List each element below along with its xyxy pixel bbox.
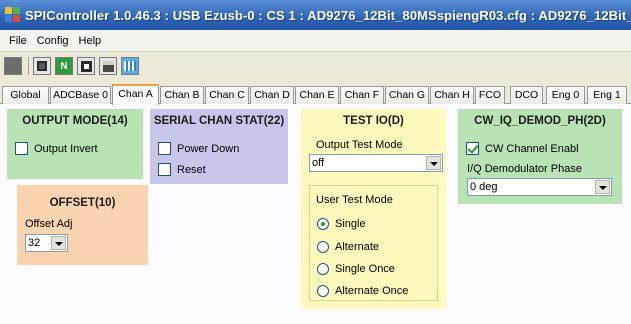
- reset-label: Reset: [177, 163, 206, 176]
- radio-alternate-once-dot[interactable]: [317, 285, 329, 297]
- reset-checkbox[interactable]: Reset: [158, 163, 206, 176]
- tab-content: OUTPUT MODE(14) Output Invert SERIAL CHA…: [0, 104, 631, 324]
- user-test-mode-label: User Test Mode: [316, 194, 393, 206]
- radio-alternate-once[interactable]: Alternate Once: [317, 285, 408, 297]
- output-mode-panel: OUTPUT MODE(14) Output Invert: [7, 109, 143, 179]
- output-invert-checkbox[interactable]: Output Invert: [15, 142, 98, 155]
- cw-channel-enable-label: CW Channel Enabl: [485, 142, 579, 155]
- output-test-mode-value: off: [312, 157, 325, 169]
- tab-strip: Global ADCBase 0 Chan A Chan B Chan C Ch…: [0, 84, 631, 105]
- tab-chan-a[interactable]: Chan A: [112, 84, 159, 105]
- offset-title: OFFSET(10): [49, 197, 116, 209]
- radio-alternate-label: Alternate: [335, 241, 380, 253]
- chevron-down-icon[interactable]: [51, 236, 66, 250]
- test-io-panel: TEST IO(D) Output Test Mode off User Tes…: [301, 109, 446, 309]
- iq-demod-phase-label: I/Q Demodulator Phase: [467, 163, 582, 175]
- read-icon[interactable]: [77, 57, 95, 75]
- offset-panel: OFFSET(10) Offset Adj 32: [17, 185, 148, 265]
- radio-single-once-dot[interactable]: [317, 263, 329, 275]
- stop-icon[interactable]: [4, 57, 22, 75]
- serial-chan-stat-panel: SERIAL CHAN STAT(22) Power Down Reset: [150, 109, 288, 184]
- radio-alternate-dot[interactable]: [317, 241, 329, 253]
- radio-single[interactable]: Single: [317, 218, 366, 230]
- tab-chan-f[interactable]: Chan F: [340, 86, 384, 104]
- radio-single-label: Single: [335, 218, 366, 230]
- tab-adcbase-0[interactable]: ADCBase 0: [50, 86, 111, 104]
- output-test-mode-label: Output Test Mode: [316, 139, 403, 151]
- radio-alternate[interactable]: Alternate: [317, 241, 379, 253]
- chip-icon[interactable]: [33, 57, 51, 75]
- tab-chan-e[interactable]: Chan E: [295, 86, 339, 104]
- tab-eng-0[interactable]: Eng 0: [546, 86, 585, 104]
- offset-adj-value: 32: [28, 237, 41, 249]
- tab-chan-b[interactable]: Chan B: [160, 86, 204, 104]
- test-io-title: TEST IO(D): [343, 115, 404, 127]
- tab-global[interactable]: Global: [2, 86, 49, 104]
- tab-eng-1[interactable]: Eng 1: [587, 86, 627, 104]
- user-test-mode-group: User Test Mode Single Alternate Single O…: [309, 185, 438, 301]
- menu-config[interactable]: Config: [32, 35, 74, 47]
- output-mode-title: OUTPUT MODE(14): [22, 115, 128, 127]
- n-icon[interactable]: N: [55, 57, 73, 75]
- cw-iq-demod-title: CW_IQ_DEMOD_PH(2D): [474, 115, 606, 127]
- chevron-down-icon[interactable]: [426, 156, 441, 170]
- output-invert-label: Output Invert: [34, 142, 98, 155]
- offset-adj-select[interactable]: 32: [25, 234, 68, 252]
- tab-dco[interactable]: DCO: [510, 86, 543, 104]
- power-down-label: Power Down: [177, 142, 240, 155]
- radio-single-once[interactable]: Single Once: [317, 263, 395, 275]
- window-title: SPIController 1.0.46.3 : USB Ezusb-0 : C…: [25, 7, 631, 23]
- iq-demod-phase-value: 0 deg: [470, 181, 498, 193]
- menu-bar: File Config Help: [0, 30, 631, 52]
- tab-chan-g[interactable]: Chan G: [385, 86, 429, 104]
- menu-file[interactable]: File: [4, 35, 32, 47]
- radio-single-dot[interactable]: [317, 218, 329, 230]
- menu-help[interactable]: Help: [74, 35, 107, 47]
- toolbar-separator: [28, 57, 29, 75]
- cw-channel-enable-checkbox[interactable]: CW Channel Enabl: [466, 142, 579, 155]
- chevron-down-icon[interactable]: [595, 180, 610, 194]
- output-test-mode-select[interactable]: off: [309, 154, 443, 172]
- cw-iq-demod-panel: CW_IQ_DEMOD_PH(2D) CW Channel Enabl I/Q …: [458, 109, 622, 204]
- n-icon-label: N: [60, 60, 68, 72]
- save-icon[interactable]: [99, 57, 117, 75]
- title-bar: SPIController 1.0.46.3 : USB Ezusb-0 : C…: [0, 0, 631, 30]
- grid-icon[interactable]: [121, 57, 139, 75]
- power-down-checkbox[interactable]: Power Down: [158, 142, 239, 155]
- reset-box[interactable]: [158, 163, 171, 176]
- serial-chan-stat-title: SERIAL CHAN STAT(22): [153, 115, 285, 127]
- app-icon: [5, 7, 21, 23]
- tab-chan-d[interactable]: Chan D: [250, 86, 294, 104]
- toolbar: N: [0, 52, 631, 80]
- iq-demod-phase-select[interactable]: 0 deg: [467, 178, 612, 196]
- radio-alternate-once-label: Alternate Once: [335, 285, 409, 297]
- tab-chan-c[interactable]: Chan C: [205, 86, 249, 104]
- offset-adj-label: Offset Adj: [25, 218, 73, 230]
- radio-single-once-label: Single Once: [335, 263, 395, 275]
- power-down-box[interactable]: [158, 142, 171, 155]
- tab-chan-h[interactable]: Chan H: [430, 86, 474, 104]
- cw-channel-enable-box[interactable]: [466, 142, 479, 155]
- output-invert-box[interactable]: [15, 142, 28, 155]
- tab-fco[interactable]: FCO: [475, 86, 505, 104]
